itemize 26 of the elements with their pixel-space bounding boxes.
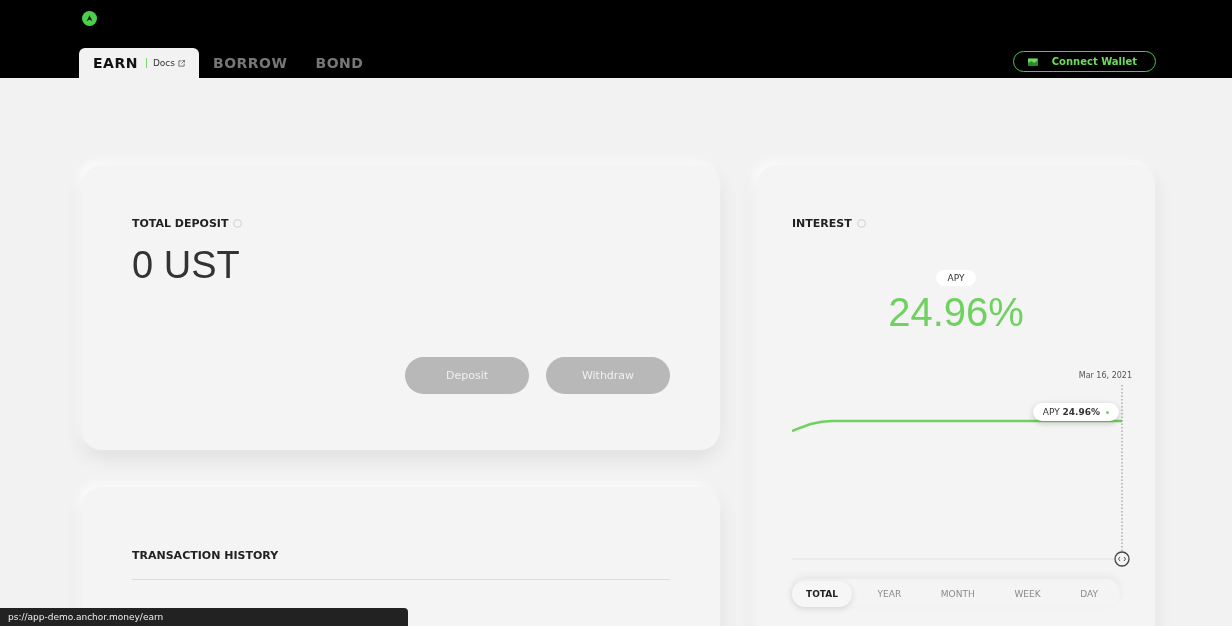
apy-value: 24.96% bbox=[888, 290, 1024, 335]
period-tab[interactable]: WEEK bbox=[1000, 581, 1055, 607]
logo-icon[interactable] bbox=[82, 11, 97, 26]
info-icon bbox=[233, 219, 243, 228]
status-url: ps://app-demo.anchor.money/earn bbox=[0, 608, 408, 626]
card-title: TOTAL DEPOSIT bbox=[132, 217, 229, 230]
nav-tab[interactable]: BOND bbox=[301, 48, 378, 78]
docs-link[interactable]: Docs bbox=[145, 58, 185, 68]
period-tab[interactable]: TOTAL bbox=[792, 581, 852, 607]
chart-date: Mar 16, 2021 bbox=[1078, 371, 1132, 380]
info-icon bbox=[856, 219, 866, 228]
card-title: TRANSACTION HISTORY bbox=[132, 549, 279, 562]
deposit-amount: 0 UST bbox=[132, 244, 241, 287]
period-tab[interactable]: YEAR bbox=[863, 581, 916, 607]
connect-wallet-button[interactable]: Connect Wallet bbox=[1013, 51, 1156, 72]
drag-handle-icon bbox=[1114, 551, 1130, 567]
apy-badge: APY bbox=[935, 270, 977, 286]
nav-tab[interactable]: EARN Docs bbox=[79, 48, 199, 78]
period-tab[interactable]: DAY bbox=[1066, 581, 1112, 607]
card-title: INTEREST bbox=[792, 217, 852, 230]
tooltip-text: APY 24.96% bbox=[1042, 407, 1100, 417]
period-tab[interactable]: MONTH bbox=[926, 581, 989, 607]
external-link-icon bbox=[178, 59, 185, 67]
nav-tab[interactable]: BORROW bbox=[199, 48, 302, 78]
wallet-icon bbox=[1028, 57, 1038, 66]
point-icon bbox=[1106, 410, 1109, 414]
